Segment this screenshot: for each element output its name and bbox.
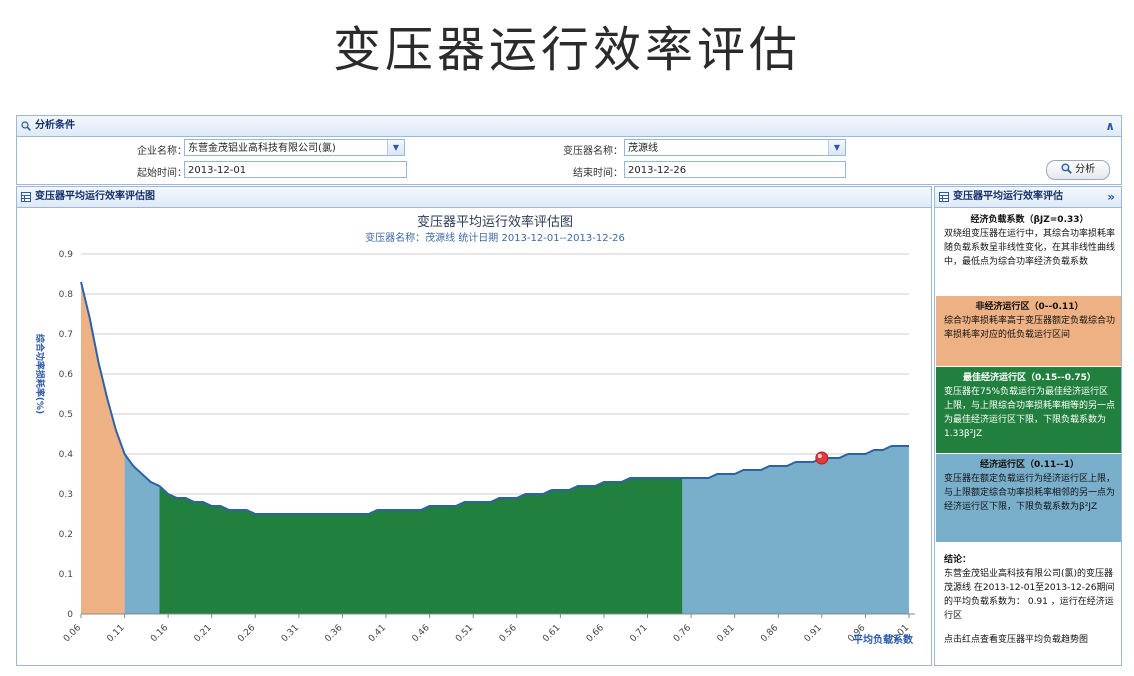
y-tick-label: 0 (67, 610, 73, 620)
best-economic-section: 最佳经济运行区（0.15--0.75） 变压器在75%负载运行为最佳经济运行区上… (936, 367, 1121, 453)
y-tick-label: 0.2 (59, 530, 73, 540)
average-load-marker[interactable] (815, 451, 829, 465)
best-economic-title: 最佳经济运行区（0.15--0.75） (963, 373, 1096, 383)
y-tick-label: 0.9 (59, 250, 74, 260)
conditions-header: 分析条件 ∧ (17, 116, 1121, 137)
magnifier-icon (21, 121, 31, 131)
transformer-select[interactable]: 茂源线 ▼ (624, 139, 846, 156)
x-tick-label: 0.51 (454, 623, 475, 644)
region-area (124, 454, 160, 614)
x-tick-label: 0.31 (280, 623, 301, 644)
marker-highlight (817, 454, 822, 458)
economic-load-title: 经济负载系数（βJZ=0.33） (970, 215, 1089, 225)
x-tick-label: 0.36 (323, 623, 344, 644)
analyze-button[interactable]: 分析 (1046, 160, 1110, 180)
y-tick-label: 0.6 (59, 370, 74, 380)
analyze-button-label: 分析 (1075, 164, 1096, 175)
x-tick-label: 0.86 (759, 623, 780, 644)
x-tick-label: 0.16 (149, 623, 170, 644)
y-tick-label: 0.1 (59, 570, 73, 580)
magnifier-icon (1061, 163, 1072, 174)
non-economic-text: 综合功率损耗率高于变压器额定负载综合功率损耗率对应的低负载运行区间 (944, 316, 1116, 340)
x-tick-label: 0.41 (367, 623, 388, 644)
side-panel: 变压器平均运行效率评估 » 经济负载系数（βJZ=0.33） 双绕组变压器在运行… (934, 186, 1122, 666)
economic-load-section: 经济负载系数（βJZ=0.33） 双绕组变压器在运行中，其综合功率损耗率随负载系… (936, 209, 1121, 295)
chart-panel-title: 变压器平均运行效率评估图 (35, 191, 155, 202)
conclusion-section: 结论： 东营金茂铝业高科技有限公司(氯)的变压器 茂源线 在2013-12-01… (936, 549, 1121, 663)
x-tick-label: 0.76 (672, 623, 693, 644)
double-chevron-up-icon[interactable]: ∧ (1105, 116, 1115, 136)
start-date-label: 起始时间： (137, 168, 187, 179)
conditions-panel: 分析条件 ∧ 企业名称： 东营金茂铝业高科技有限公司(氯) ▼ 变压器名称： 茂… (16, 115, 1122, 185)
conclusion-text: 东营金茂铝业高科技有限公司(氯)的变压器 茂源线 在2013-12-01至201… (944, 569, 1115, 621)
chart-panel: 变压器平均运行效率评估图 变压器平均运行效率评估图 变压器名称：茂源线 统计日期 … (16, 186, 932, 666)
table-icon (939, 192, 949, 202)
chevron-down-icon[interactable]: ▼ (828, 140, 845, 155)
economic-text: 变压器在额定负载运行为经济运行区上限，与上限额定综合功率损耗率相邻的另一点为经济… (944, 474, 1116, 512)
side-panel-header: 变压器平均运行效率评估 » (935, 187, 1121, 208)
company-select[interactable]: 东营金茂铝业高科技有限公司(氯) ▼ (184, 139, 405, 156)
chart-subtitle: 变压器名称：茂源线 统计日期 2013-12-01--2013-12-26 (365, 231, 625, 244)
x-tick-label: 0.81 (716, 623, 737, 644)
x-tick-label: 0.66 (585, 623, 606, 644)
conclusion-title: 结论： (944, 555, 972, 565)
economic-title: 经济运行区（0.11--1） (980, 460, 1079, 470)
y-tick-label: 0.4 (59, 450, 74, 460)
x-tick-label: 0.11 (105, 623, 126, 644)
region-area (682, 446, 909, 614)
company-label: 企业名称： (137, 146, 187, 157)
end-date-label: 结束时间： (573, 168, 623, 179)
table-icon (21, 192, 31, 202)
non-economic-section: 非经济运行区（0--0.11） 综合功率损耗率高于变压器额定负载综合功率损耗率对… (936, 296, 1121, 366)
x-tick-label: 0.71 (628, 623, 649, 644)
x-tick-label: 0.56 (498, 623, 519, 644)
y-tick-label: 0.3 (59, 490, 73, 500)
y-axis-label: 综合功率损耗率(%) (34, 334, 46, 414)
non-economic-title: 非经济运行区（0--0.11） (975, 302, 1084, 312)
chart-title: 变压器平均运行效率评估图 (417, 214, 573, 230)
company-value: 东营金茂铝业高科技有限公司(氯) (188, 143, 336, 154)
x-axis-label: 平均负载系数 (853, 633, 914, 646)
best-economic-text: 变压器在75%负载运行为最佳经济运行区上限，与上限综合功率损耗率相等的另一点为最… (944, 387, 1116, 439)
x-tick-label: 0.61 (541, 623, 562, 644)
region-area (159, 478, 683, 614)
conditions-title: 分析条件 (35, 120, 75, 131)
economic-load-text: 双绕组变压器在运行中，其综合功率损耗率随负载系数呈非线性变化，在其非线性曲线中，… (944, 229, 1116, 267)
x-tick-label: 0.91 (803, 623, 824, 644)
trend-hint-link[interactable]: 点击红点查看变压器平均负载趋势图 (944, 633, 1115, 647)
x-tick-label: 0.26 (236, 623, 257, 644)
y-tick-label: 0.7 (59, 330, 73, 340)
transformer-value: 茂源线 (628, 143, 658, 154)
double-chevron-right-icon[interactable]: » (1107, 187, 1115, 207)
region-area (81, 282, 125, 614)
page-title: 变压器运行效率评估 (332, 22, 801, 78)
side-panel-title: 变压器平均运行效率评估 (953, 191, 1063, 202)
end-date-input[interactable]: 2013-12-26 (624, 161, 846, 178)
chevron-down-icon[interactable]: ▼ (387, 140, 404, 155)
y-tick-label: 0.5 (59, 410, 73, 420)
x-tick-label: 0.46 (411, 623, 432, 644)
transformer-label: 变压器名称： (563, 146, 623, 157)
start-date-input[interactable]: 2013-12-01 (184, 161, 407, 178)
efficiency-chart: 变压器平均运行效率评估图变压器名称：茂源线 统计日期 2013-12-01--2… (34, 214, 915, 646)
x-tick-label: 0.21 (193, 623, 214, 644)
economic-section: 经济运行区（0.11--1） 变压器在额定负载运行为经济运行区上限，与上限额定综… (936, 454, 1121, 542)
chart-panel-header: 变压器平均运行效率评估图 (17, 187, 931, 208)
x-tick-label: 0.06 (62, 623, 83, 644)
y-tick-label: 0.8 (59, 290, 74, 300)
